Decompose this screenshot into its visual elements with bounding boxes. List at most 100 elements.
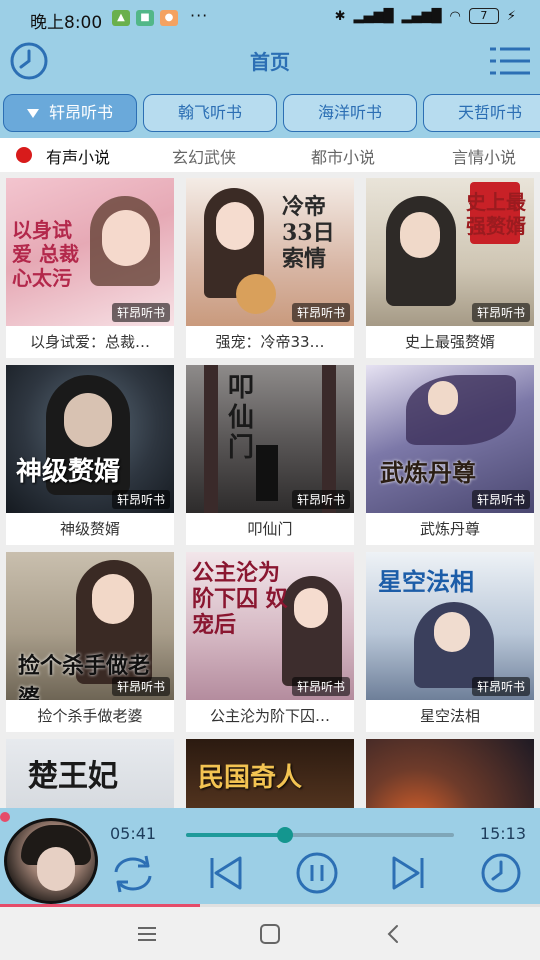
current-time: 05:41 [110, 824, 157, 843]
book-title: 史上最强赘婿 [404, 333, 495, 351]
category-bar: 有声小说 玄幻武侠 都市小说 言情小说 [0, 138, 540, 172]
book-title: 公主沦为阶下囚… [209, 707, 330, 725]
android-notification-icon: ▲ [112, 10, 130, 26]
next-icon[interactable] [384, 848, 434, 898]
book-cover: 叩仙门 轩昂听书 [186, 365, 354, 513]
cover-text: 楚王妃 [28, 759, 118, 794]
book-cover: 武炼丹尊 轩昂听书 [366, 365, 534, 513]
book-card[interactable]: 神级赘婿 轩昂听书 神级赘婿 [6, 365, 174, 545]
source-tag: 轩昂听书 [111, 303, 170, 322]
source-tag: 轩昂听书 [291, 490, 350, 509]
category-urban[interactable]: 都市小说 [311, 144, 375, 168]
cover-text: 以身试爱 总裁心太污 [12, 218, 79, 290]
charging-icon: ⚡ [506, 8, 516, 24]
source-tag: 轩昂听书 [111, 677, 170, 696]
cover-text: 叩仙门 [228, 373, 255, 463]
book-card[interactable]: 星空法相 轩昂听书 星空法相 [366, 552, 534, 732]
source-tabs: 轩昂听书 翰飞听书 海洋听书 天哲听书 [0, 86, 540, 138]
source-tab-tianzhe[interactable]: 天哲听书 [423, 94, 540, 132]
category-romance[interactable]: 言情小说 [452, 144, 516, 168]
book-grid: 以身试爱 总裁心太污 轩昂听书 以身试爱：总裁… 冷帝33日索情 轩昂听书 强宠… [0, 172, 540, 808]
book-cover: 楚王妃 [6, 739, 174, 808]
book-card[interactable]: 楚王妃 [6, 739, 174, 808]
album-art[interactable] [4, 818, 98, 904]
recents-menu-icon[interactable] [132, 920, 162, 948]
book-title: 叩仙门 [247, 520, 293, 538]
dropdown-triangle-icon [26, 109, 39, 118]
wifi-icon: ◠ [449, 8, 461, 24]
total-time: 15:13 [479, 824, 526, 843]
source-tag: 轩昂听书 [471, 303, 530, 322]
timer-icon[interactable] [476, 848, 526, 898]
book-cover [366, 739, 534, 808]
book-card[interactable]: 史上最强赘婿 轩昂听书 史上最强赘婿 [366, 178, 534, 358]
audio-player: 05:41 15:13 [0, 808, 540, 904]
book-title: 强宠：冷帝33… [215, 333, 325, 351]
more-notifications-icon: ··· [190, 6, 209, 25]
source-tag: 轩昂听书 [471, 490, 530, 509]
signal-icon: ▂▄▆█ [353, 8, 394, 24]
status-bar: 晚上8:00 ▲ ■ ● ··· ✱ ▂▄▆█ ▂▄▆█ ◠ 7 ⚡ [0, 0, 540, 36]
cover-text: 民国奇人 [198, 763, 303, 793]
home-icon[interactable] [255, 920, 285, 948]
source-tab-haiyang[interactable]: 海洋听书 [283, 94, 417, 132]
status-indicators: ✱ ▂▄▆█ ▂▄▆█ ◠ 7 ⚡ [335, 8, 516, 24]
book-title: 星空法相 [419, 707, 480, 725]
book-cover: 冷帝33日索情 轩昂听书 [186, 178, 354, 326]
book-card[interactable]: 冷帝33日索情 轩昂听书 强宠：冷帝33… [186, 178, 354, 358]
progress-knob[interactable] [277, 827, 294, 843]
cover-text: 神级赘婿 [16, 457, 121, 487]
source-tab-label: 天哲听书 [457, 103, 522, 122]
source-tab-hanfei[interactable]: 翰飞听书 [143, 94, 277, 132]
book-cover: 民国奇人 [186, 739, 354, 808]
book-cover: 捡个杀手做老婆 轩昂听书 [6, 552, 174, 700]
category-fantasy[interactable]: 玄幻武侠 [172, 144, 236, 168]
menu-icon[interactable] [488, 41, 532, 81]
book-card[interactable] [366, 739, 534, 808]
book-cover: 以身试爱 总裁心太污 轩昂听书 [6, 178, 174, 326]
back-icon[interactable] [378, 920, 408, 948]
book-title: 捡个杀手做老婆 [37, 707, 143, 725]
book-card[interactable]: 武炼丹尊 轩昂听书 武炼丹尊 [366, 365, 534, 545]
album-indicator-dot-icon [0, 812, 10, 822]
previous-icon[interactable] [200, 848, 250, 898]
pause-icon[interactable] [292, 848, 342, 898]
cover-text: 史上最强赘婿 [466, 190, 526, 238]
cover-text: 冷帝33日索情 [282, 194, 335, 272]
book-title: 神级赘婿 [59, 520, 120, 538]
book-title: 以身试爱：总裁… [29, 333, 150, 351]
book-cover: 史上最强赘婿 轩昂听书 [366, 178, 534, 326]
book-card[interactable]: 公主沦为阶下囚 奴宠后 轩昂听书 公主沦为阶下囚… [186, 552, 354, 732]
active-category-dot-icon [16, 147, 32, 163]
status-time: 晚上8:00 [30, 13, 103, 33]
book-card[interactable]: 以身试爱 总裁心太污 轩昂听书 以身试爱：总裁… [6, 178, 174, 358]
source-tag: 轩昂听书 [291, 303, 350, 322]
progress-bar[interactable] [186, 827, 454, 843]
source-tab-xuanang[interactable]: 轩昂听书 [3, 94, 137, 132]
source-tab-label: 翰飞听书 [177, 103, 242, 122]
cover-text: 武炼丹尊 [380, 458, 476, 487]
source-tag: 轩昂听书 [111, 490, 170, 509]
loop-icon[interactable] [108, 848, 158, 898]
app-header: 首页 [0, 36, 540, 86]
cover-text: 星空法相 [378, 567, 474, 596]
progress-fill [186, 833, 286, 837]
cat-app-icon: ● [160, 10, 178, 26]
book-cover: 神级赘婿 轩昂听书 [6, 365, 174, 513]
source-tag: 轩昂听书 [291, 677, 350, 696]
bluetooth-icon: ✱ [334, 8, 346, 24]
source-tab-label: 海洋听书 [317, 103, 382, 122]
book-card[interactable]: 叩仙门 轩昂听书 叩仙门 [186, 365, 354, 545]
source-tag: 轩昂听书 [471, 677, 530, 696]
book-title: 武炼丹尊 [419, 520, 480, 538]
battery-icon: 7 [468, 8, 499, 24]
system-nav-bar [0, 907, 540, 960]
book-card[interactable]: 捡个杀手做老婆 轩昂听书 捡个杀手做老婆 [6, 552, 174, 732]
category-audio-novel[interactable]: 有声小说 [46, 144, 110, 168]
book-cover: 星空法相 轩昂听书 [366, 552, 534, 700]
signal-icon-2: ▂▄▆█ [401, 8, 442, 24]
source-tab-label: 轩昂听书 [48, 103, 113, 122]
cover-text: 公主沦为阶下囚 奴宠后 [192, 560, 288, 638]
book-card[interactable]: 民国奇人 [186, 739, 354, 808]
app-notification-icon: ■ [136, 10, 154, 26]
